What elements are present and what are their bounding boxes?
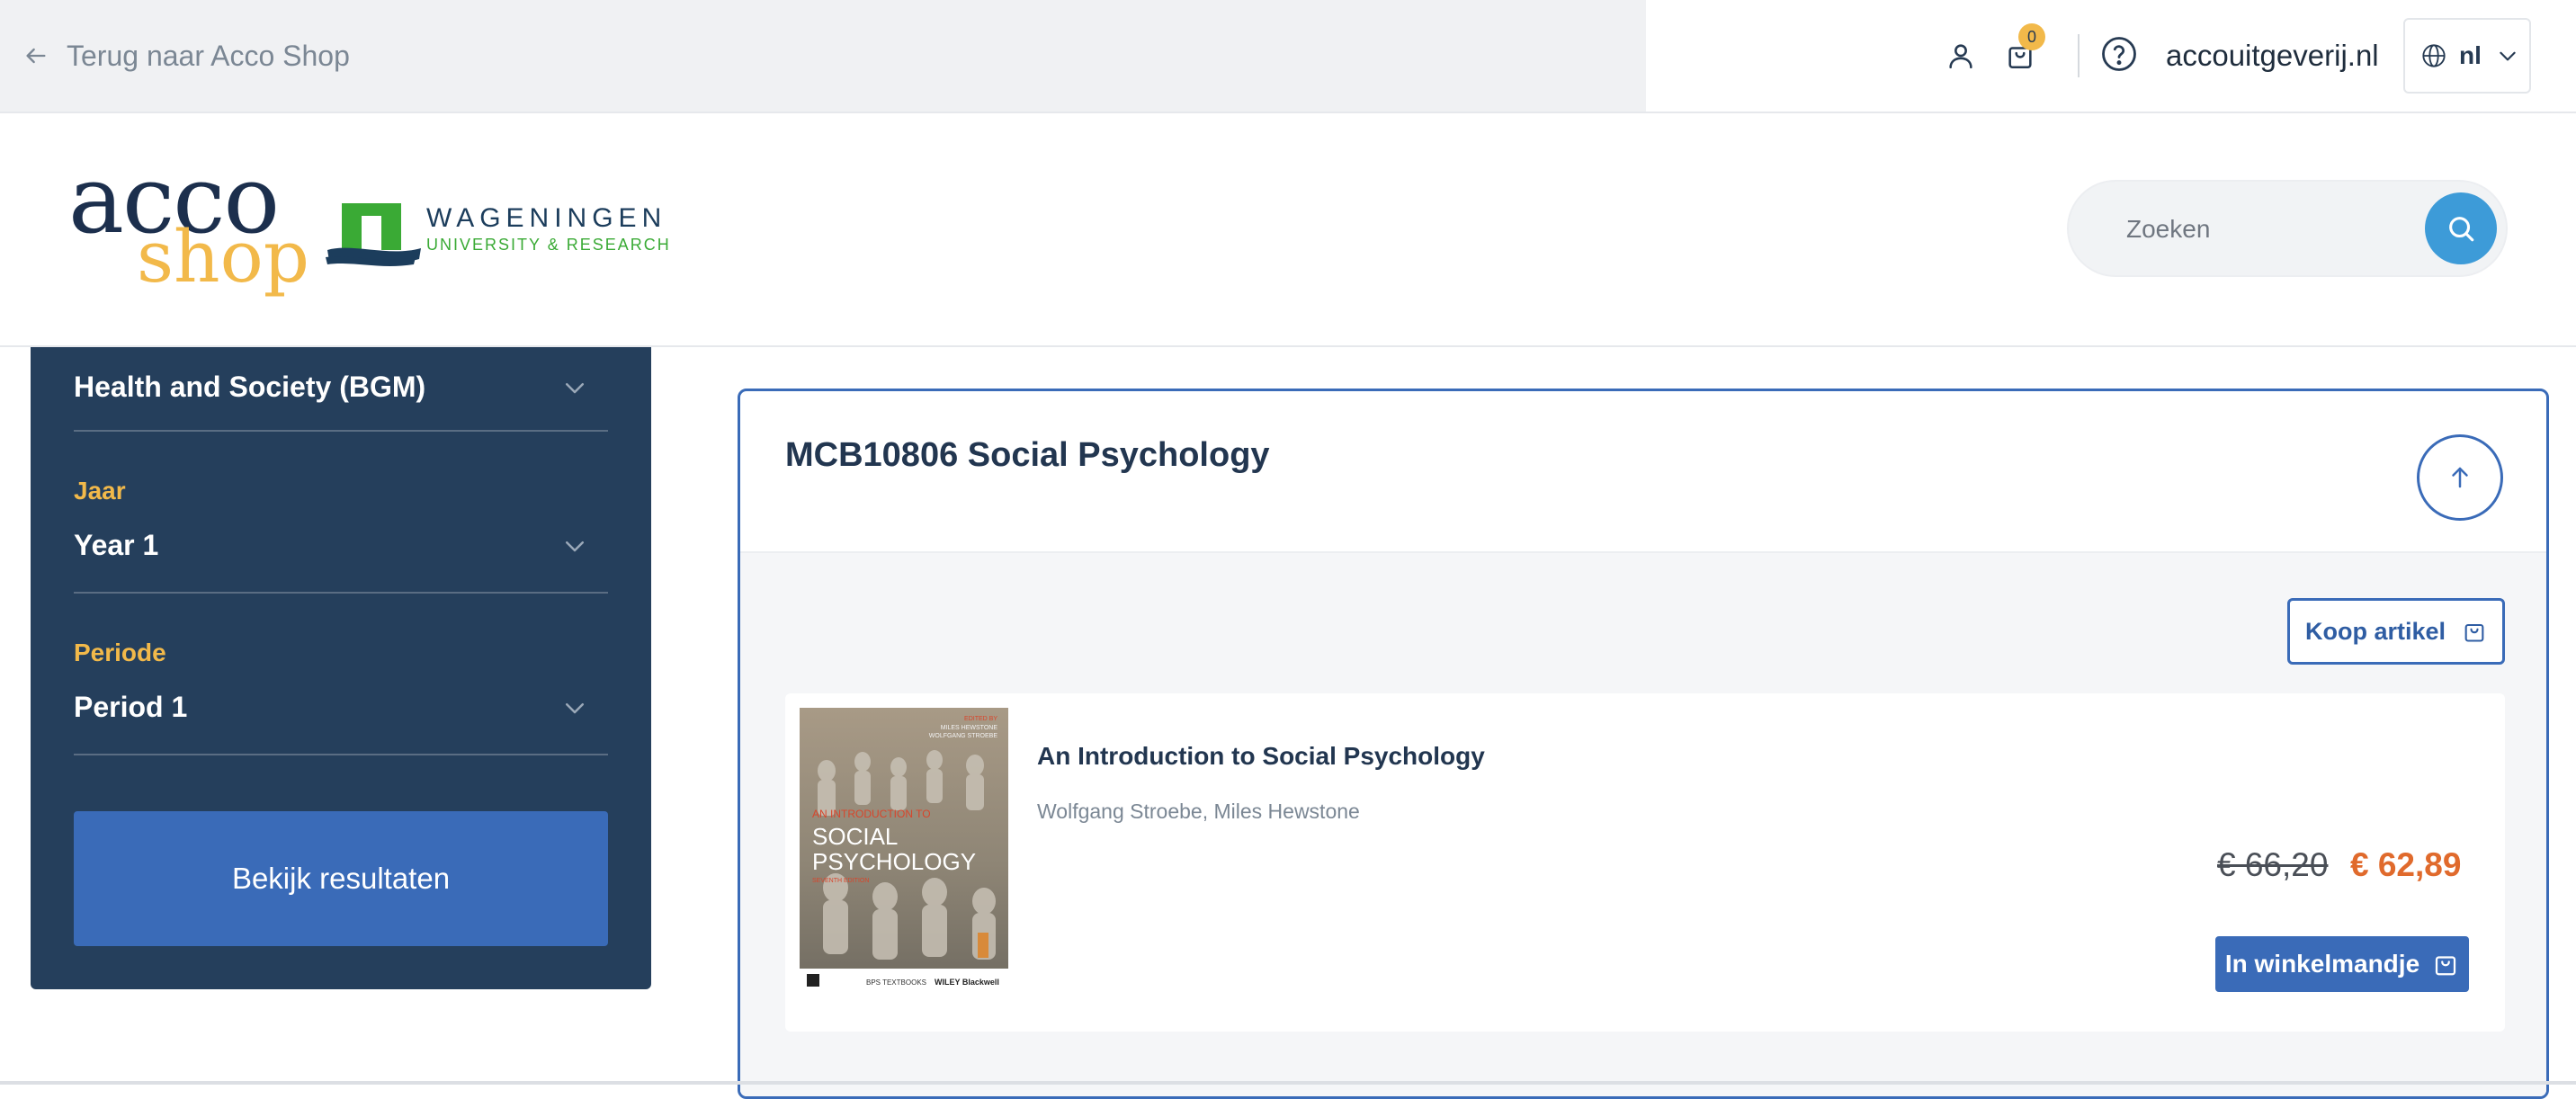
shopping-bag-icon	[2464, 623, 2484, 642]
add-to-cart-label: In winkelmandje	[2224, 950, 2420, 978]
filter-year-label: Jaar	[74, 477, 126, 505]
course-card: MCB10806 Social Psychology Koop artikel	[738, 389, 2549, 1099]
search-button[interactable]	[2425, 192, 2497, 264]
publisher-site-link[interactable]: accouitgeverij.nl	[2166, 34, 2379, 77]
cover-title-big2: PSYCHOLOGY	[812, 848, 976, 875]
book-cover-image[interactable]: EDITED BY MILES HEWSTONE WOLFGANG STROEB…	[800, 708, 1008, 994]
back-to-shop-link[interactable]: Terug naar Acco Shop	[23, 34, 350, 77]
wur-emblem-icon	[326, 203, 421, 266]
collapse-course-button[interactable]	[2417, 434, 2503, 521]
svg-text:WOLFGANG STROEBE: WOLFGANG STROEBE	[929, 733, 998, 739]
chevron-down-icon	[2500, 51, 2516, 61]
filter-sidebar: Health and Society (BGM) Jaar Year 1 Per…	[31, 347, 651, 989]
view-results-button[interactable]: Bekijk resultaten	[74, 811, 608, 946]
filter-year-value: Year 1	[74, 529, 159, 561]
back-link-label: Terug naar Acco Shop	[67, 39, 350, 72]
site-header: acco shop WAGENINGEN UNIVERSITY & RESEAR…	[0, 113, 2576, 347]
filter-year[interactable]: Jaar Year 1	[74, 432, 608, 594]
arrow-up-icon	[2452, 467, 2468, 488]
help-circle-icon	[2102, 37, 2136, 71]
cover-title-small: AN INTRODUCTION TO	[812, 808, 931, 820]
wur-name-text: WAGENINGEN	[426, 203, 667, 233]
product-card: EDITED BY MILES HEWSTONE WOLFGANG STROEB…	[785, 693, 2505, 1032]
filter-program[interactable]: Health and Society (BGM)	[74, 347, 608, 432]
new-price: € 62,89	[2350, 846, 2462, 883]
filter-period[interactable]: Periode Period 1	[74, 594, 608, 755]
filter-period-label: Periode	[74, 639, 166, 666]
logo-shop-text: shop	[137, 215, 309, 299]
cover-title-big1: SOCIAL	[812, 823, 898, 850]
acco-shop-logo[interactable]: acco shop	[65, 153, 309, 295]
help-button[interactable]	[2092, 27, 2146, 81]
globe-icon	[2422, 44, 2446, 67]
language-select[interactable]: nl	[2403, 18, 2531, 94]
top-bar-left: Terug naar Acco Shop	[0, 0, 1646, 112]
page-bottom-divider	[0, 1081, 2576, 1085]
search-bar	[2067, 180, 2508, 277]
course-body: Koop artikel EDITED BY MILES HEWSTONE WO…	[740, 551, 2546, 1096]
chevron-down-icon	[566, 383, 584, 394]
course-title: MCB10806 Social Psychology	[785, 436, 1270, 474]
buy-article-label: Koop artikel	[2304, 617, 2446, 645]
old-price: € 66,20	[2217, 846, 2329, 883]
cover-edition: SEVENTH EDITION	[812, 878, 869, 884]
svg-text:MILES HEWSTONE: MILES HEWSTONE	[941, 725, 998, 731]
shopping-bag-icon	[2436, 956, 2456, 976]
cover-footer-left: BPS TEXTBOOKS	[866, 978, 926, 987]
topbar-divider	[2078, 34, 2080, 77]
top-bar: Terug naar Acco Shop 0 accouitgeverij.nl…	[0, 0, 2576, 113]
filter-period-value: Period 1	[74, 691, 188, 723]
chevron-down-icon	[566, 541, 584, 552]
search-icon	[2449, 217, 2474, 242]
add-to-cart-button[interactable]: In winkelmandje	[2215, 936, 2469, 992]
cart-count-badge: 0	[2018, 23, 2045, 50]
language-code: nl	[2459, 41, 2482, 69]
filter-program-value: Health and Society (BGM)	[74, 371, 426, 403]
search-input[interactable]	[2126, 207, 2396, 252]
account-button[interactable]	[1934, 29, 1988, 83]
cart-button[interactable]: 0	[1993, 23, 2047, 83]
buy-article-button[interactable]: Koop artikel	[2287, 598, 2505, 665]
product-authors: Wolfgang Stroebe, Miles Hewstone	[1037, 800, 1360, 823]
wageningen-logo: WAGENINGEN UNIVERSITY & RESEARCH	[326, 198, 669, 270]
cover-editors-top: EDITED BY	[964, 716, 997, 722]
arrow-left-icon	[26, 48, 46, 64]
cover-footer-right: WILEY Blackwell	[935, 978, 999, 987]
user-icon	[1949, 44, 1972, 69]
chevron-down-icon	[566, 703, 584, 714]
product-title[interactable]: An Introduction to Social Psychology	[1037, 742, 1485, 771]
wur-subtitle-text: UNIVERSITY & RESEARCH	[426, 236, 671, 254]
